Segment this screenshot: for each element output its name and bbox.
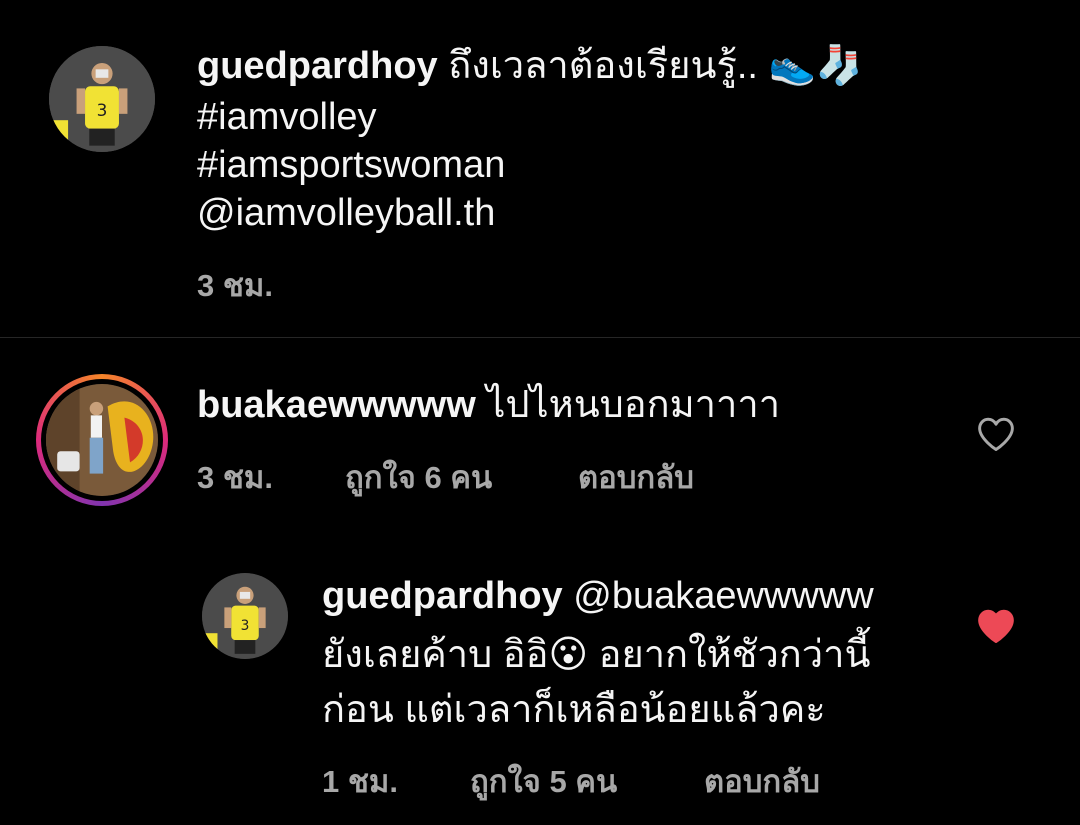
- reply-author-avatar[interactable]: 3: [202, 573, 288, 659]
- comment-2-mention[interactable]: @buakaewwwww: [573, 575, 873, 617]
- comment-2-text-part1: ยังเลยค้าบ อิอิ: [322, 634, 549, 676]
- comment-2-reply-button[interactable]: ตอบกลับ: [704, 756, 820, 806]
- buakaew-avatar: [46, 384, 158, 496]
- player-photo: 3: [49, 46, 155, 152]
- post-author-avatar[interactable]: 3: [49, 46, 155, 152]
- comment-2-like-button[interactable]: [976, 608, 1016, 644]
- buakaew-photo: [46, 384, 158, 496]
- shoe-emoji-icon: 👟: [768, 45, 816, 87]
- comment-1-reply-button[interactable]: ตอบกลับ: [578, 452, 694, 502]
- comment-2-text-part2: อยากให้ชัวกว่านี้: [588, 634, 871, 676]
- comment-2-username[interactable]: guedpardhoy: [322, 575, 563, 617]
- heart-filled-icon: [978, 609, 1014, 644]
- svg-text:3: 3: [97, 100, 108, 120]
- post-caption-line1: guedpardhoy ถึงเวลาต้องเรียนรู้.. 👟🧦: [197, 42, 863, 90]
- comment-1-likes-count[interactable]: ถูกใจ 6 คน: [345, 452, 492, 502]
- hashtag-iamvolley[interactable]: #iamvolley: [197, 93, 377, 141]
- hashtag-iamsportswoman[interactable]: #iamsportswoman: [197, 141, 505, 189]
- heart-outline-icon: [978, 417, 1014, 452]
- post-timestamp: 3 ชม.: [197, 268, 273, 303]
- mention-iamvolleyball[interactable]: @iamvolleyball.th: [197, 189, 495, 237]
- comment-2-line3: ก่อน แต่เวลาก็เหลือน้อยแล้วคะ: [322, 689, 826, 731]
- comment-2-line2: ยังเลยค้าบ อิอิ😮 อยากให้ชัวกว่านี้: [322, 631, 870, 679]
- comment-1-body: buakaewwwww ไปไหนบอกมาาาา: [197, 381, 780, 429]
- comment-1-text: ไปไหนบอกมาาาา: [486, 384, 781, 426]
- post-caption-text: ถึงเวลาต้องเรียนรู้..: [448, 45, 758, 87]
- socks-emoji-icon: 🧦: [815, 45, 864, 87]
- comment-2-likes-count[interactable]: ถูกใจ 5 คน: [470, 756, 617, 806]
- comment-1-username[interactable]: buakaewwwww: [197, 384, 476, 426]
- comment-2-timestamp: 1 ชม.: [322, 764, 398, 799]
- svg-text:3: 3: [241, 618, 250, 634]
- surprised-emoji-icon: 😮: [548, 634, 589, 676]
- comment-1-like-button[interactable]: [976, 416, 1016, 452]
- player-photo-small: 3: [202, 573, 288, 659]
- comment-2-line1: guedpardhoy @buakaewwwww: [322, 572, 874, 620]
- comment-1-timestamp: 3 ชม.: [197, 460, 273, 495]
- post-author-username[interactable]: guedpardhoy: [197, 45, 438, 87]
- caption-divider: [0, 337, 1080, 338]
